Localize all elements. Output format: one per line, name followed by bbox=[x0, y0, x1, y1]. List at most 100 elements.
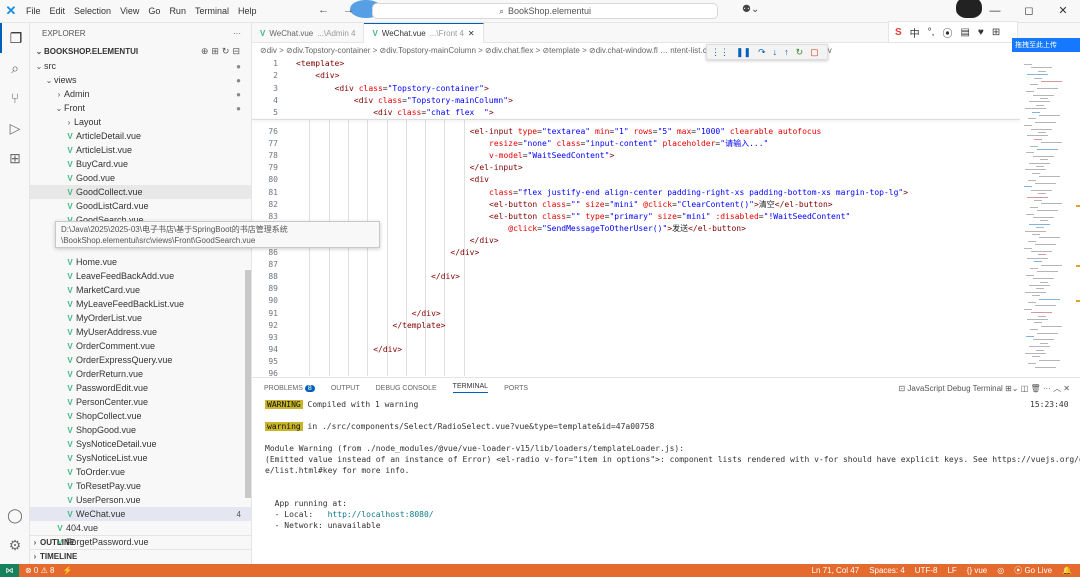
menu-file[interactable]: File bbox=[26, 6, 41, 16]
tree-file[interactable]: V MarketCard.vue bbox=[30, 283, 251, 297]
tree-folder[interactable]: ⌄ views ● bbox=[30, 73, 251, 87]
tree-folder[interactable]: › Admin ● bbox=[30, 87, 251, 101]
more-actions-icon[interactable]: ··· bbox=[233, 29, 241, 38]
tree-file[interactable]: V MyUserAddress.vue bbox=[30, 325, 251, 339]
tree-file[interactable]: V GoodListCard.vue bbox=[30, 199, 251, 213]
language-mode[interactable]: {} vue bbox=[967, 566, 987, 575]
command-center-search[interactable]: ⌕ BookShop.elementui bbox=[372, 3, 718, 19]
drag-handle-icon[interactable]: ⋮⋮ bbox=[711, 47, 729, 58]
step-into-icon[interactable]: ↓ bbox=[773, 47, 778, 57]
ime-punct-icon[interactable]: °, bbox=[928, 27, 935, 38]
tree-file[interactable]: V Home.vue bbox=[30, 255, 251, 269]
tree-file[interactable]: V WeChat.vue 4 bbox=[30, 507, 251, 521]
project-root[interactable]: ⌄ BOOKSHOP.ELEMENTUI ⊕⊞↻⊟ bbox=[30, 43, 251, 59]
tree-file[interactable]: V ShopCollect.vue bbox=[30, 409, 251, 423]
tree-file[interactable]: V GoodCollect.vue bbox=[30, 185, 251, 199]
timeline-section[interactable]: › TIMELINE bbox=[30, 549, 251, 563]
tree-file[interactable]: V OrderComment.vue bbox=[30, 339, 251, 353]
tree-file[interactable]: V OrderExpressQuery.vue bbox=[30, 353, 251, 367]
minimize-icon[interactable]: — bbox=[978, 0, 1012, 23]
tree-file[interactable]: V MyLeaveFeedBackList.vue bbox=[30, 297, 251, 311]
maximize-icon[interactable]: ◻ bbox=[1012, 0, 1046, 23]
menu-terminal[interactable]: Terminal bbox=[195, 6, 229, 16]
code-editor[interactable]: 1 <template> 2 <div> 3 <div class="Topstory-c… bbox=[252, 58, 1020, 376]
bell-icon[interactable]: 🔔 bbox=[1062, 566, 1072, 575]
minimap-line bbox=[1038, 315, 1046, 317]
account-icon[interactable]: ◯ bbox=[0, 500, 30, 530]
tree-folder[interactable]: ⌄ Front ● bbox=[30, 101, 251, 115]
tree-folder[interactable]: ⌄ src ● bbox=[30, 59, 251, 73]
menu-edit[interactable]: Edit bbox=[50, 6, 66, 16]
tree-file[interactable]: V LeaveFeedBackAdd.vue bbox=[30, 269, 251, 283]
tree-file[interactable]: V ArticleList.vue bbox=[30, 143, 251, 157]
tree-file[interactable]: V PersonCenter.vue bbox=[30, 395, 251, 409]
ime-grid-icon[interactable]: ⊞ bbox=[992, 27, 1000, 38]
tree-file[interactable]: V ArticleDetail.vue bbox=[30, 129, 251, 143]
menu-go[interactable]: Go bbox=[148, 6, 160, 16]
manage-gear-icon[interactable]: ⚙ bbox=[0, 530, 30, 560]
forward-arrow-icon[interactable]: → bbox=[343, 4, 354, 16]
panel-tab-debug-console[interactable]: DEBUG CONSOLE bbox=[376, 385, 437, 392]
tab-wechat-front[interactable]: V WeChat.vue ...\Front 4 ✕ bbox=[364, 23, 484, 43]
ime-lang[interactable]: 中 bbox=[910, 25, 920, 40]
tab-wechat-admin[interactable]: V WeChat.vue ...\Admin 4 bbox=[252, 23, 365, 43]
close-icon[interactable]: ✕ bbox=[1046, 0, 1080, 23]
pause-icon[interactable]: ❚❚ bbox=[736, 47, 751, 58]
drop-badge[interactable]: 拖拽至此上传 bbox=[1012, 38, 1080, 52]
menu-view[interactable]: View bbox=[120, 6, 139, 16]
remote-icon[interactable]: ⋈ bbox=[0, 564, 19, 577]
indentation[interactable]: Spaces: 4 bbox=[869, 566, 905, 575]
copilot-icon[interactable]: ⚉⌄ bbox=[742, 4, 759, 15]
tree-file[interactable]: V Good.vue bbox=[30, 171, 251, 185]
terminal-name[interactable]: JavaScript Debug Terminal bbox=[907, 384, 1002, 393]
tree-file[interactable]: V MyOrderList.vue bbox=[30, 311, 251, 325]
tree-file[interactable]: V ToResetPay.vue bbox=[30, 479, 251, 493]
ime-skin-icon[interactable]: ♥ bbox=[978, 27, 984, 38]
problems-status[interactable]: ⊗ 0 ⚠ 8 bbox=[25, 566, 54, 575]
stop-icon[interactable]: ▢ bbox=[810, 47, 819, 58]
back-arrow-icon[interactable]: ← bbox=[318, 4, 329, 16]
explorer-icon[interactable]: ❐ bbox=[0, 23, 30, 53]
encoding[interactable]: UTF-8 bbox=[915, 566, 938, 575]
feedback-icon[interactable]: ◎ bbox=[997, 566, 1004, 575]
tree-file[interactable]: V BuyCard.vue bbox=[30, 157, 251, 171]
menu-selection[interactable]: Selection bbox=[74, 6, 111, 16]
tree-file[interactable]: V UserPerson.vue bbox=[30, 493, 251, 507]
ime-mic-icon[interactable]: ⦿ bbox=[942, 25, 952, 40]
search-view-icon[interactable]: ⌕ bbox=[0, 53, 30, 83]
tree-file[interactable]: V OrderReturn.vue bbox=[30, 367, 251, 381]
panel-tab-problems[interactable]: PROBLEMS 8 bbox=[264, 384, 315, 392]
panel-tab-output[interactable]: OUTPUT bbox=[331, 385, 360, 392]
tab-close-icon[interactable]: ✕ bbox=[468, 29, 475, 38]
sogou-logo-icon[interactable]: S bbox=[895, 27, 902, 38]
outline-section[interactable]: › OUTLINE bbox=[30, 535, 251, 549]
step-over-icon[interactable]: ↷ bbox=[758, 47, 766, 58]
tree-file[interactable]: V 404.vue bbox=[30, 521, 251, 535]
eol[interactable]: LF bbox=[947, 566, 956, 575]
tree-file[interactable]: V SysNoticeList.vue bbox=[30, 451, 251, 465]
panel-actions-icon[interactable]: ⊞⌄ ◫ 🗑 ··· ︿ ✕ bbox=[1005, 384, 1070, 393]
step-out-icon[interactable]: ↑ bbox=[784, 47, 789, 57]
ime-keyboard-icon[interactable]: ▤ bbox=[960, 27, 969, 38]
cursor-position[interactable]: Ln 71, Col 47 bbox=[812, 566, 860, 575]
explorer-actions-icon[interactable]: ⊕⊞↻⊟ bbox=[201, 46, 243, 57]
menu-help[interactable]: Help bbox=[238, 6, 257, 16]
run-debug-icon[interactable]: ▷ bbox=[0, 113, 30, 143]
extensions-icon[interactable]: ⊞ bbox=[0, 143, 30, 173]
tree-file[interactable]: V SysNoticeDetail.vue bbox=[30, 437, 251, 451]
tree-file[interactable]: V PasswordEdit.vue bbox=[30, 381, 251, 395]
tree-folder[interactable]: › Layout bbox=[30, 115, 251, 129]
sidebar-scrollbar[interactable] bbox=[245, 270, 251, 498]
local-url-link[interactable]: http://localhost:8080/ bbox=[328, 510, 434, 519]
tree-file[interactable]: V ToOrder.vue bbox=[30, 465, 251, 479]
terminal-type-icon[interactable]: ⊡ bbox=[898, 384, 905, 393]
go-live[interactable]: ⦿ Go Live bbox=[1014, 565, 1052, 576]
restart-icon[interactable]: ↻ bbox=[796, 47, 804, 58]
tree-file[interactable]: V ShopGood.vue bbox=[30, 423, 251, 437]
panel-tab-terminal[interactable]: TERMINAL bbox=[452, 383, 489, 393]
panel-tab-ports[interactable]: PORTS bbox=[504, 385, 528, 392]
menu-run[interactable]: Run bbox=[169, 6, 186, 16]
port-icon[interactable]: ⚡ bbox=[62, 566, 72, 575]
minimap[interactable] bbox=[1020, 58, 1080, 376]
source-control-icon[interactable]: ⑂ bbox=[0, 83, 30, 113]
